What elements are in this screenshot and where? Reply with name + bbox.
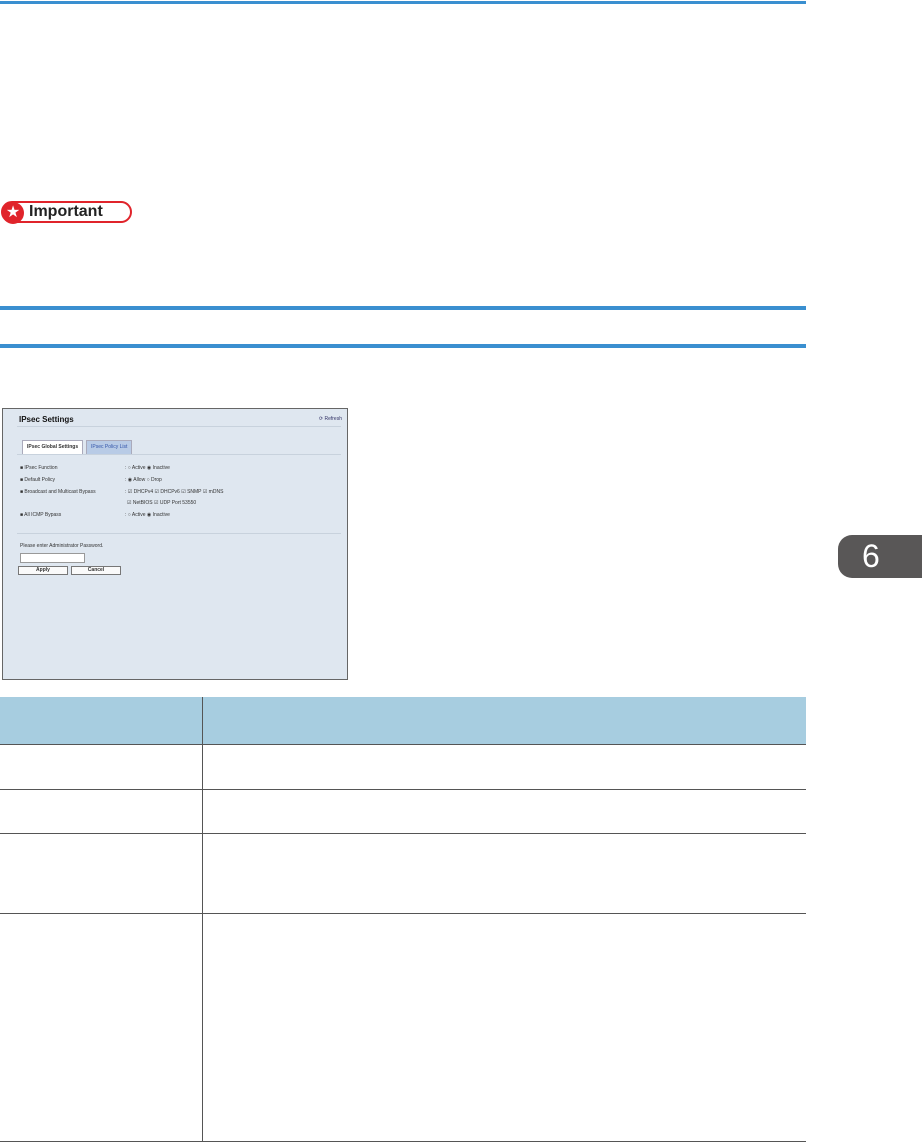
cell [0, 833, 203, 914]
header-cell [0, 697, 203, 745]
tab-policy-list[interactable]: IPsec Policy List [86, 440, 133, 455]
cell [0, 744, 203, 790]
bypass-checkboxes[interactable]: : ☑ DHCPv4 ☑ DHCPv6 ☑ SNMP ☑ mDNS [125, 489, 223, 495]
divider [17, 426, 341, 427]
divider [17, 454, 341, 455]
important-label: Important [29, 203, 103, 220]
ipsec-settings-screenshot: IPsec Settings ⟳ Refresh IPsec Global Se… [2, 408, 348, 680]
star-icon: ★ [2, 202, 24, 224]
section-rule-top [0, 306, 806, 310]
cell [0, 789, 203, 834]
divider [17, 533, 341, 534]
settings-table [0, 697, 806, 1142]
chapter-tab: 6 [838, 535, 922, 578]
important-badge: ★ Important [1, 201, 132, 224]
default-policy-radios[interactable]: : ◉ Allow ○ Drop [125, 477, 162, 483]
cell [0, 913, 203, 1142]
refresh-label: Refresh [324, 416, 342, 422]
row-label: ■ All ICMP Bypass [20, 512, 62, 518]
password-input[interactable] [20, 553, 85, 563]
row-label: ■ IPsec Function [20, 465, 58, 471]
password-label: Please enter Administrator Password. [20, 543, 104, 549]
refresh-link[interactable]: ⟳ Refresh [319, 416, 342, 422]
tab-global-settings[interactable]: IPsec Global Settings [22, 440, 84, 455]
top-rule [0, 1, 806, 4]
header-cell [202, 697, 806, 745]
cell [202, 789, 806, 834]
cell [202, 913, 806, 1142]
screen-title: IPsec Settings [19, 415, 74, 424]
icmp-bypass-radios[interactable]: : ○ Active ◉ Inactive [125, 512, 170, 518]
apply-button[interactable]: Apply [18, 566, 68, 575]
section-rule-bottom [0, 344, 806, 348]
ipsec-function-radios[interactable]: : ○ Active ◉ Inactive [125, 465, 170, 471]
cancel-button[interactable]: Cancel [71, 566, 121, 575]
cell [202, 833, 806, 914]
row-label: ■ Broadcast and Multicast Bypass [20, 489, 96, 495]
bypass-checkboxes-2[interactable]: ☑ NetBIOS ☑ UDP Port 53550 [127, 500, 196, 506]
row-label: ■ Default Policy [20, 477, 55, 483]
cell [202, 744, 806, 790]
